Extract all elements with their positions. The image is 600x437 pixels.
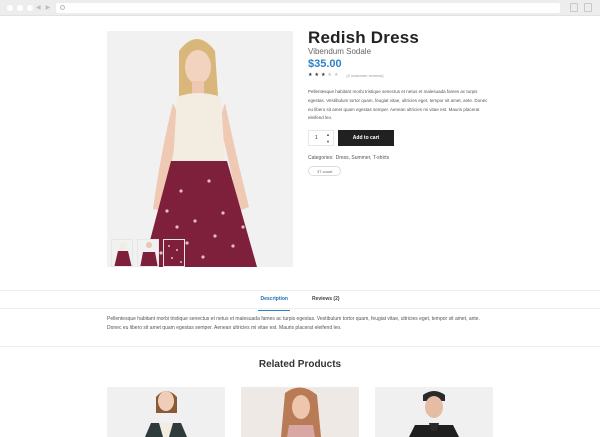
product-categories: Categories: Dress, Summer, T-shirts xyxy=(308,155,389,161)
related-products-heading: Related Products xyxy=(258,359,342,370)
window-close-dot[interactable] xyxy=(7,5,13,11)
quantity-stepper[interactable]: 1 ▲ ▼ xyxy=(308,130,334,146)
add-to-cart-button[interactable]: Add to cart xyxy=(338,130,394,146)
window-minimize-dot[interactable] xyxy=(17,5,23,11)
related-products-grid xyxy=(107,387,493,437)
thumbnail[interactable] xyxy=(137,239,159,267)
product-subtitle: Vibendum Sodale xyxy=(308,47,372,56)
related-product-card[interactable] xyxy=(107,387,225,437)
search-icon xyxy=(60,5,65,10)
increment-arrow-icon[interactable]: ▲ xyxy=(326,133,330,137)
browser-toolbar: ◀ ▶ xyxy=(0,0,600,16)
categories-list[interactable]: Dress, Summer, T-shirts xyxy=(336,155,390,161)
star-empty-icon: ★ xyxy=(327,72,332,78)
product-title: Redish Dress xyxy=(308,28,420,47)
model-photo xyxy=(107,31,293,267)
address-bar[interactable] xyxy=(56,3,560,13)
categories-label: Categories: xyxy=(308,155,334,161)
related-product-card[interactable] xyxy=(241,387,359,437)
product-rating: ★ ★ ★ ★ ★ (2 customer reviews) xyxy=(308,72,384,79)
product-description: Pellentesque habitant morbi tristique se… xyxy=(308,89,488,121)
product-thumbnail xyxy=(241,387,359,437)
tabs-divider xyxy=(0,308,600,309)
thumbnail-strip xyxy=(111,239,185,267)
product-main-image[interactable] xyxy=(107,31,293,267)
star-icon: ★ xyxy=(308,72,313,78)
tab-content: Pellentesque habitant morbi tristique se… xyxy=(107,316,480,331)
decrement-arrow-icon[interactable]: ▼ xyxy=(326,140,330,144)
section-divider xyxy=(0,290,600,291)
tab-reviews[interactable]: Reviews (2) xyxy=(312,294,340,307)
forward-arrow-icon[interactable]: ▶ xyxy=(46,4,51,11)
browser-actions xyxy=(570,3,592,12)
product-tag[interactable]: 37 count xyxy=(308,166,342,176)
window-maximize-dot[interactable] xyxy=(27,5,33,11)
product-tabs: Description Reviews (2) xyxy=(0,294,600,311)
back-arrow-icon[interactable]: ◀ xyxy=(36,4,41,11)
star-empty-icon: ★ xyxy=(333,72,339,78)
thumbnail[interactable] xyxy=(111,239,133,267)
quantity-value[interactable]: 1 xyxy=(315,135,318,141)
star-icon: ★ xyxy=(314,72,319,78)
product-thumbnail xyxy=(375,387,493,437)
related-product-card[interactable] xyxy=(375,387,493,437)
tab-description[interactable]: Description xyxy=(258,294,290,311)
product-thumbnail xyxy=(107,387,225,437)
product-price: $35.00 xyxy=(308,58,342,70)
star-icon: ★ xyxy=(320,72,326,78)
window-controls xyxy=(7,5,33,11)
reviews-link[interactable]: (2 customer reviews) xyxy=(346,73,383,78)
nav-arrows: ◀ ▶ xyxy=(36,4,50,11)
thumbnail[interactable] xyxy=(163,239,185,267)
share-icon[interactable] xyxy=(570,3,578,12)
section-divider xyxy=(0,346,600,347)
tabs-icon[interactable] xyxy=(584,3,592,12)
